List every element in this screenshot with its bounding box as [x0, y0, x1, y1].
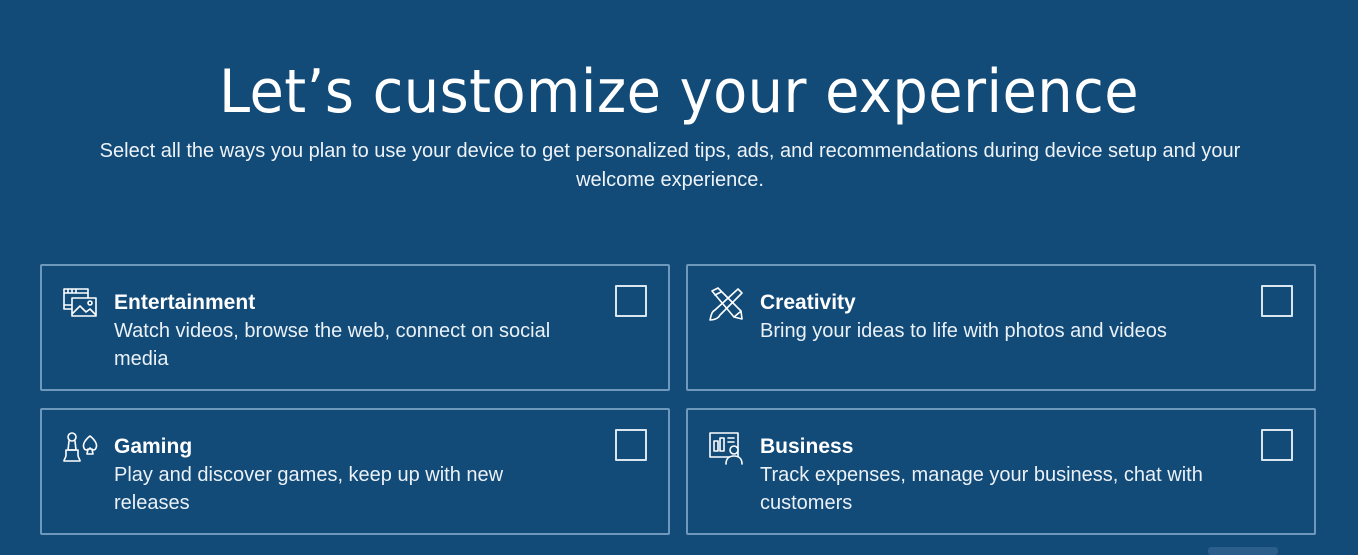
- option-description-business: Track expenses, manage your business, ch…: [760, 464, 1203, 514]
- option-card-creativity[interactable]: Creativity Bring your ideas to life with…: [686, 264, 1316, 391]
- creativity-icon: [706, 284, 746, 324]
- option-card-gaming[interactable]: Gaming Play and discover games, keep up …: [40, 408, 670, 535]
- option-card-entertainment[interactable]: Entertainment Watch videos, browse the w…: [40, 264, 670, 391]
- footer-button-edge[interactable]: [1208, 547, 1278, 555]
- customize-experience-page: Let’s customize your experience Select a…: [0, 0, 1358, 555]
- page-title: Let’s customize your experience: [218, 57, 1140, 127]
- gaming-icon: [60, 428, 100, 468]
- entertainment-icon: [60, 284, 100, 324]
- option-title-business: Business: [760, 435, 854, 458]
- checkbox-entertainment[interactable]: [615, 285, 647, 317]
- page-subtitle: Select all the ways you plan to use your…: [99, 140, 1241, 191]
- option-description-entertainment: Watch videos, browse the web, connect on…: [114, 320, 551, 370]
- business-icon: [706, 428, 746, 468]
- option-description-creativity: Bring your ideas to life with photos and…: [760, 320, 1167, 342]
- option-title-creativity: Creativity: [760, 291, 856, 314]
- checkbox-business[interactable]: [1261, 429, 1293, 461]
- option-title-entertainment: Entertainment: [114, 291, 256, 314]
- checkbox-creativity[interactable]: [1261, 285, 1293, 317]
- checkbox-gaming[interactable]: [615, 429, 647, 461]
- option-card-business[interactable]: Business Track expenses, manage your bus…: [686, 408, 1316, 535]
- option-description-gaming: Play and discover games, keep up with ne…: [114, 464, 504, 514]
- option-title-gaming: Gaming: [114, 435, 193, 458]
